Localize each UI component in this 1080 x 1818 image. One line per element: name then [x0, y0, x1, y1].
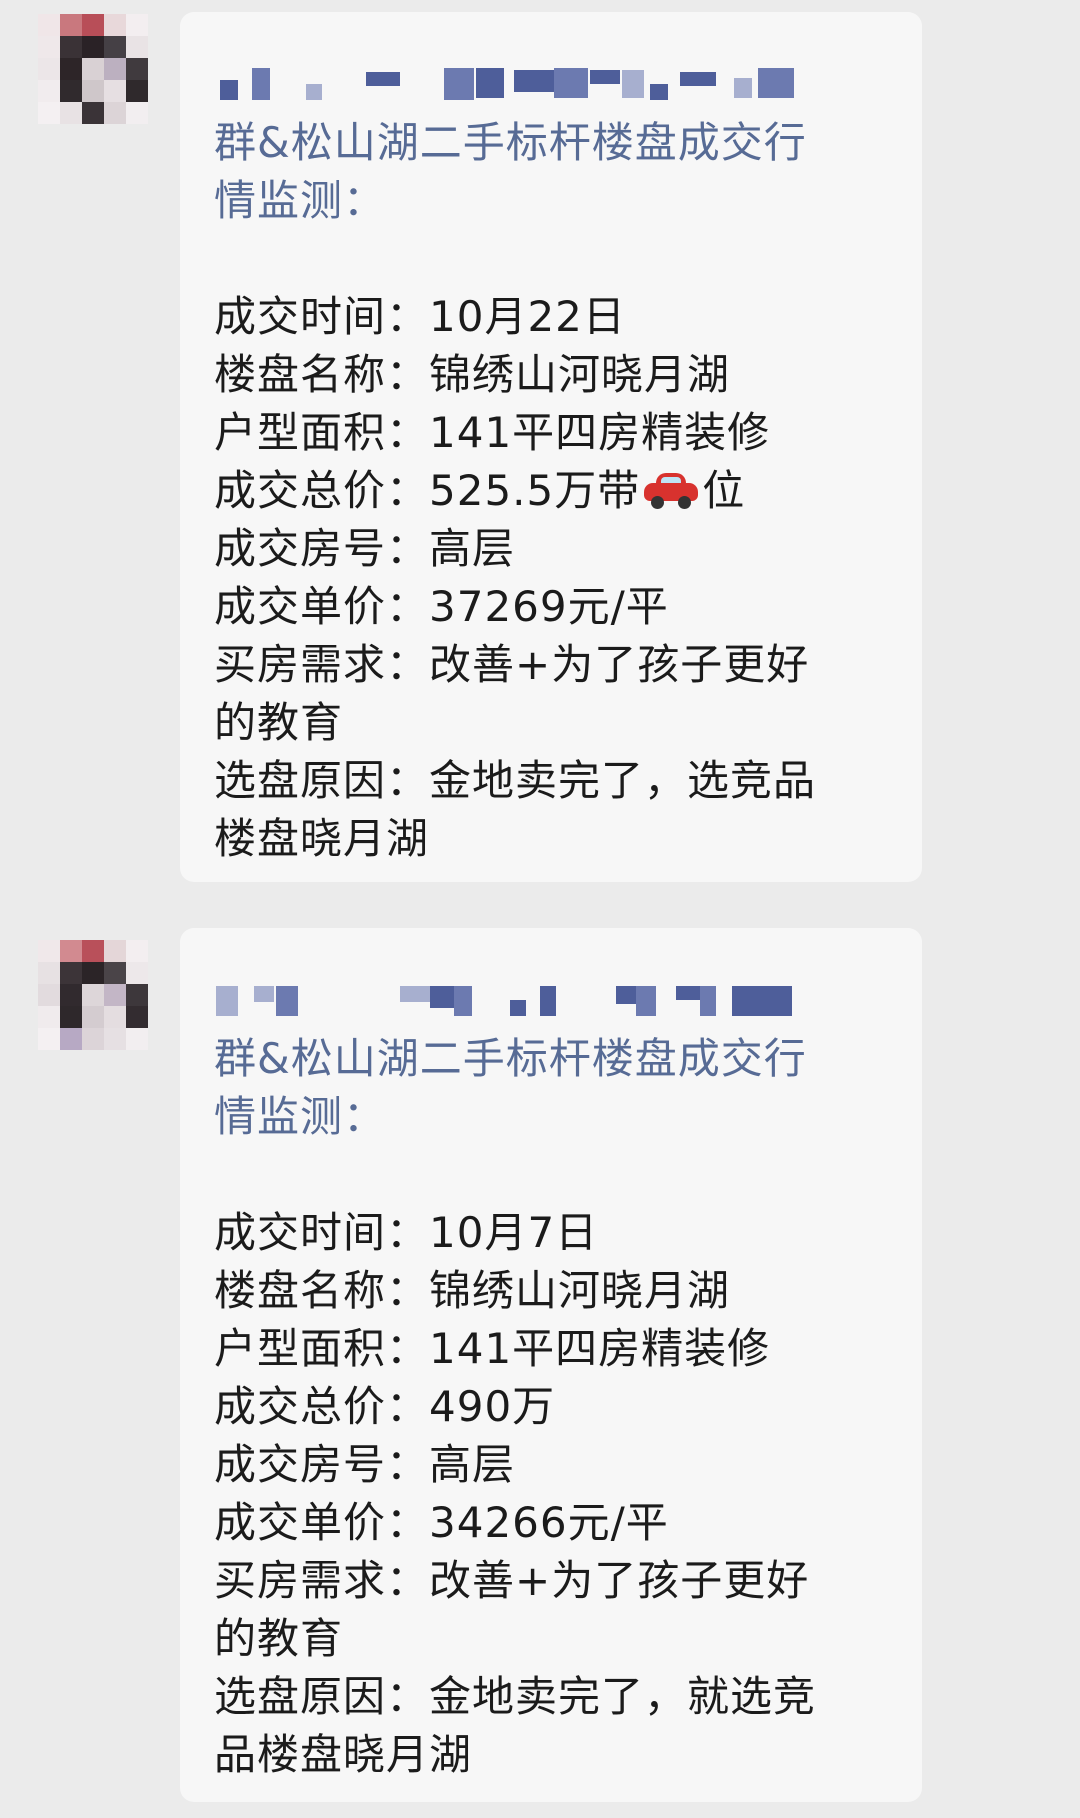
- field-value: 10月7日: [429, 1208, 599, 1257]
- sender-avatar[interactable]: [38, 940, 148, 1050]
- field-row-unit-price: 成交单价： 37269元/平: [214, 578, 890, 636]
- header-line: 群&松山湖二手标杆楼盘成交行: [214, 1034, 807, 1083]
- header-line: 群&松山湖二手标杆楼盘成交行: [214, 118, 807, 167]
- field-label: 户型面积：: [214, 1324, 430, 1373]
- field-row-reason-continued: 楼盘晓月湖: [214, 810, 890, 868]
- field-row-property: 楼盘名称： 锦绣山河晓月湖: [214, 346, 890, 404]
- field-value: 金地卖完了，选竞品: [429, 756, 817, 805]
- field-label: 成交单价：: [214, 1498, 430, 1547]
- message-bubble[interactable]: 群&松山湖二手标杆楼盘成交行 情监测： 成交时间： 10月7日 楼盘名称： 锦绣…: [180, 928, 922, 1802]
- field-label: 成交总价：: [214, 1382, 430, 1431]
- field-label: 买房需求：: [214, 640, 430, 689]
- field-row-time: 成交时间： 10月7日: [214, 1204, 890, 1262]
- field-label: 成交总价：: [214, 466, 430, 515]
- field-label: 楼盘名称：: [214, 1266, 430, 1315]
- field-value: 37269元/平: [429, 582, 669, 631]
- field-row-total-price: 成交总价： 490万: [214, 1378, 890, 1436]
- field-value: 高层: [429, 524, 516, 573]
- field-label: 买房需求：: [214, 1556, 430, 1605]
- field-value: 141平四房精装修: [429, 1324, 771, 1373]
- field-value: 楼盘晓月湖: [214, 814, 430, 863]
- field-row-reason: 选盘原因： 金地卖完了，就选竞: [214, 1668, 890, 1726]
- field-label: 户型面积：: [214, 408, 430, 457]
- redacted-group-name: [214, 974, 890, 1020]
- field-row-reason-continued: 品楼盘晓月湖: [214, 1726, 890, 1784]
- field-value-part: 525.5万带: [429, 466, 641, 515]
- field-value: 锦绣山河晓月湖: [429, 350, 731, 399]
- field-row-unit-price: 成交单价： 34266元/平: [214, 1494, 890, 1552]
- field-value: 的教育: [214, 1614, 344, 1663]
- field-value: 金地卖完了，就选竞: [429, 1672, 817, 1721]
- field-label: 成交房号：: [214, 524, 430, 573]
- car-icon: [642, 471, 700, 511]
- field-row-total-price: 成交总价： 525.5万带 位: [214, 462, 890, 520]
- message-bubble[interactable]: 群&松山湖二手标杆楼盘成交行 情监测： 成交时间： 10月22日 楼盘名称： 锦…: [180, 12, 922, 882]
- field-value: 34266元/平: [429, 1498, 669, 1547]
- field-row-demand: 买房需求： 改善+为了孩子更好: [214, 1552, 890, 1610]
- field-value: 490万: [429, 1382, 556, 1431]
- field-label: 成交时间：: [214, 292, 430, 341]
- field-value: 141平四房精装修: [429, 408, 771, 457]
- field-value: 改善+为了孩子更好: [429, 1556, 810, 1605]
- field-label: 成交房号：: [214, 1440, 430, 1489]
- field-row-time: 成交时间： 10月22日: [214, 288, 890, 346]
- field-value: 改善+为了孩子更好: [429, 640, 810, 689]
- field-row-demand-continued: 的教育: [214, 1610, 890, 1668]
- field-value: 10月22日: [429, 292, 626, 341]
- field-value-part: 位: [702, 466, 746, 515]
- message-header: 群&松山湖二手标杆楼盘成交行 情监测：: [214, 114, 890, 230]
- field-row-layout: 户型面积： 141平四房精装修: [214, 1320, 890, 1378]
- field-value: 高层: [429, 1440, 516, 1489]
- field-row-layout: 户型面积： 141平四房精装修: [214, 404, 890, 462]
- field-label: 楼盘名称：: [214, 350, 430, 399]
- header-line: 情监测：: [214, 1092, 387, 1141]
- field-label: 选盘原因：: [214, 756, 430, 805]
- redacted-group-name: [214, 58, 890, 104]
- field-value: 品楼盘晓月湖: [214, 1730, 473, 1779]
- message-header: 群&松山湖二手标杆楼盘成交行 情监测：: [214, 1030, 890, 1146]
- field-row-reason: 选盘原因： 金地卖完了，选竞品: [214, 752, 890, 810]
- header-line: 情监测：: [214, 176, 387, 225]
- field-row-demand: 买房需求： 改善+为了孩子更好: [214, 636, 890, 694]
- field-row-demand-continued: 的教育: [214, 694, 890, 752]
- field-value: 锦绣山河晓月湖: [429, 1266, 731, 1315]
- sender-avatar[interactable]: [38, 14, 148, 124]
- field-label: 成交时间：: [214, 1208, 430, 1257]
- field-row-unit-no: 成交房号： 高层: [214, 1436, 890, 1494]
- field-value: 的教育: [214, 698, 344, 747]
- field-row-property: 楼盘名称： 锦绣山河晓月湖: [214, 1262, 890, 1320]
- field-label: 选盘原因：: [214, 1672, 430, 1721]
- field-label: 成交单价：: [214, 582, 430, 631]
- field-value: 525.5万带 位: [429, 462, 890, 520]
- field-row-unit-no: 成交房号： 高层: [214, 520, 890, 578]
